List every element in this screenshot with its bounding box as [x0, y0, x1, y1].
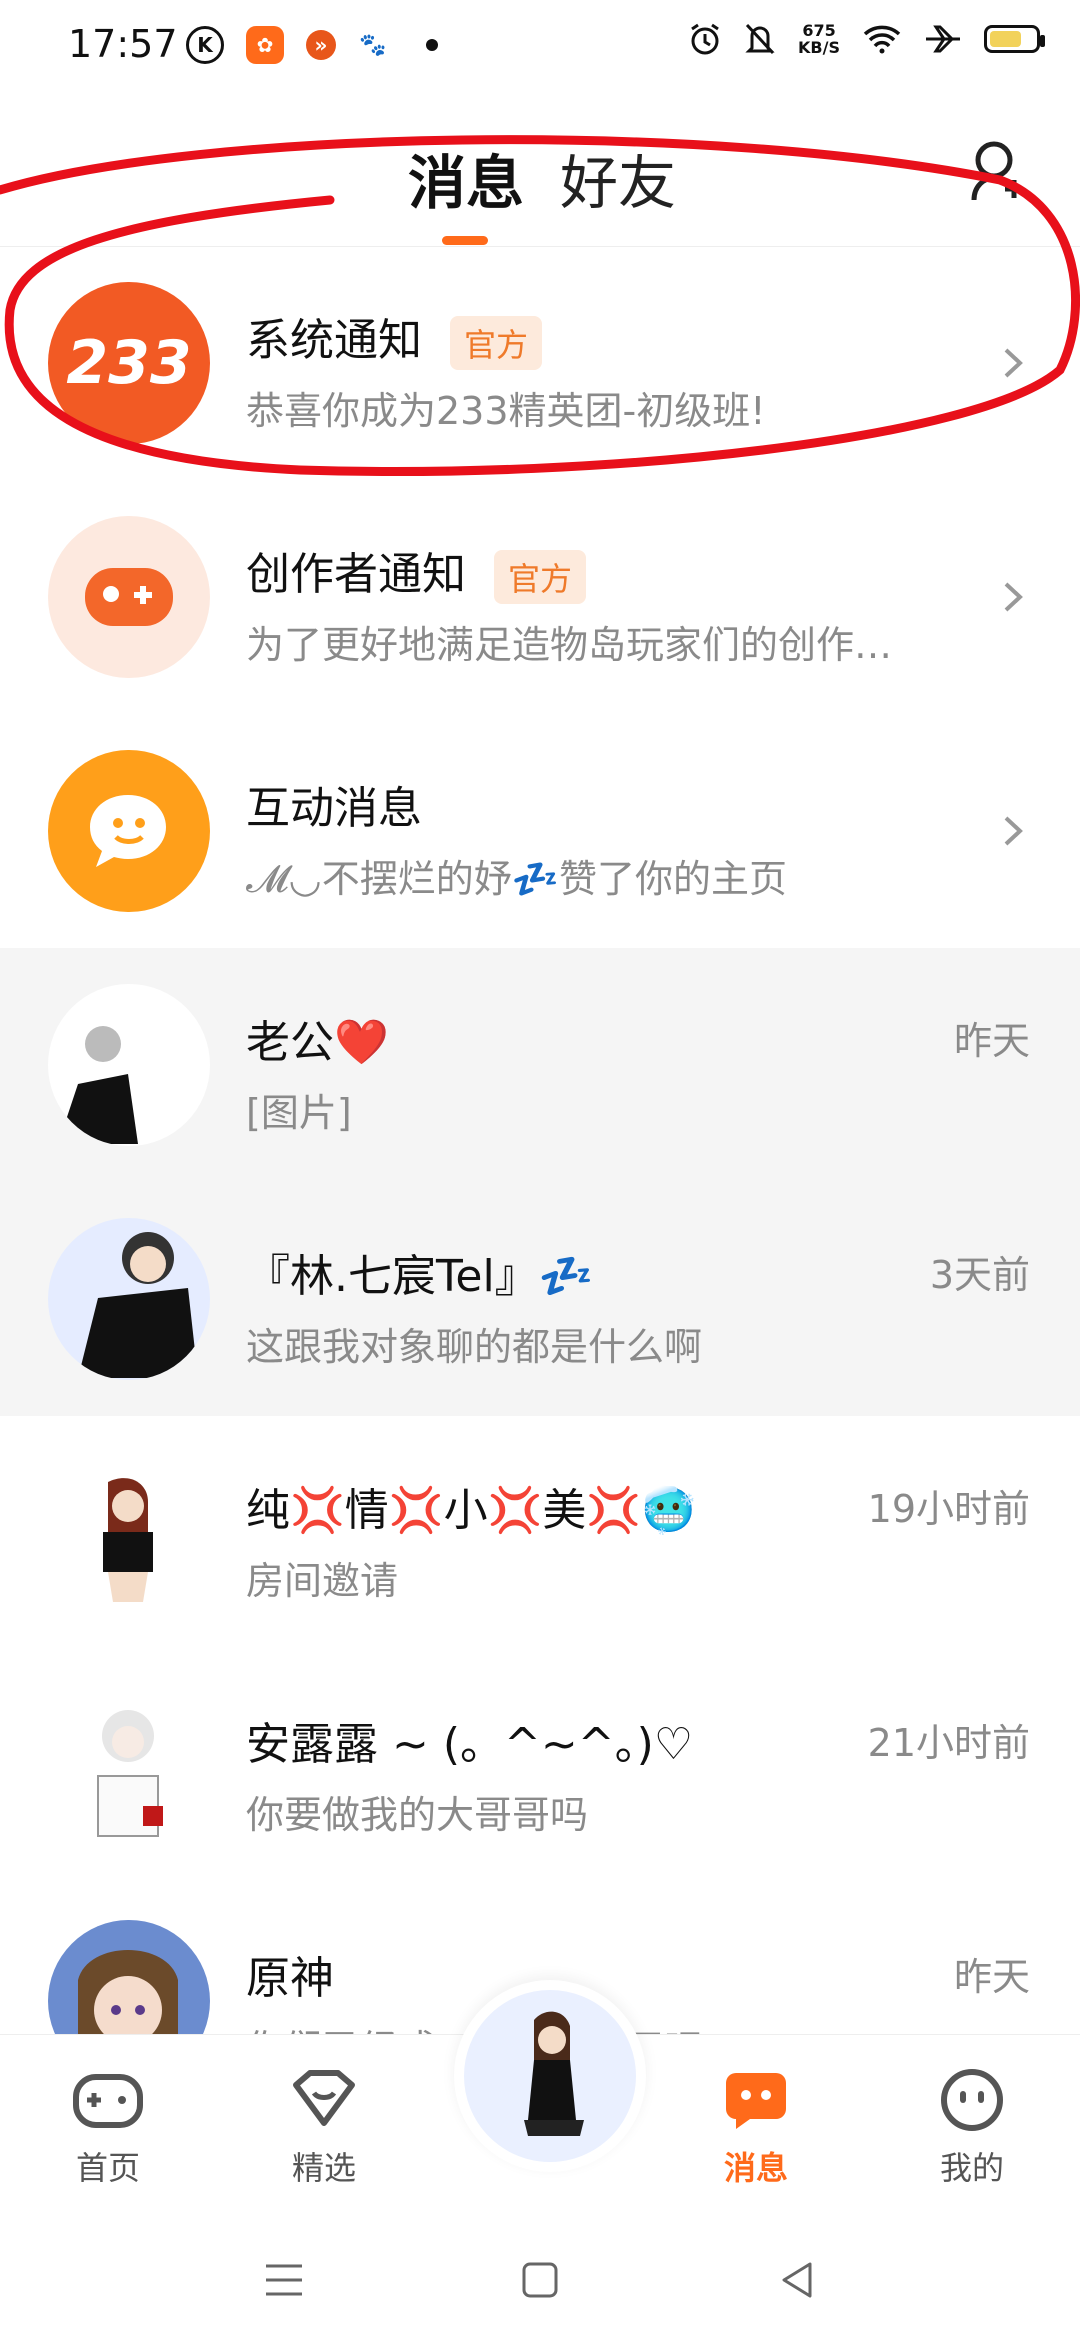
message-preview: 为了更好地满足造物岛玩家们的创作… — [246, 623, 893, 667]
notification-app-icon: » — [306, 30, 336, 60]
mute-icon — [745, 23, 775, 55]
chat-time: 21小时前 — [867, 1721, 1030, 1765]
message-title: 互动消息 — [246, 783, 422, 834]
status-right-icons: 675 KB/S — [688, 22, 1045, 56]
net-speed-value: 675 — [802, 21, 836, 40]
message-title: 系统通知 官方 — [246, 304, 543, 370]
nav-me[interactable]: 我的 — [902, 2067, 1042, 2189]
back-icon[interactable] — [776, 2258, 820, 2302]
tab-friends[interactable]: 好友 — [560, 136, 676, 220]
message-row-system[interactable]: 233 系统通知 官方 恭喜你成为233精英团-初级班! — [0, 246, 1080, 480]
chat-row[interactable]: 安露露 ~ (。^~^。)♡ 你要做我的大哥哥吗 21小时前 — [0, 1650, 1080, 1884]
chat-name: 纯💢情💢小💢美💢🥶 — [246, 1485, 696, 1536]
chat-name: 原神 — [246, 1953, 334, 2004]
chevron-right-icon — [1004, 582, 1023, 612]
chat-time: 昨天 — [953, 1019, 1030, 1063]
interaction-avatar — [48, 750, 210, 912]
chat-bubble-icon — [90, 795, 166, 867]
gamepad-icon — [85, 568, 173, 626]
chat-time: 昨天 — [953, 1955, 1030, 1999]
system-avatar: 233 — [48, 282, 210, 444]
message-title-text: 创作者通知 — [246, 549, 466, 600]
message-preview: 𝓜◡不摆烂的妤💤赞了你的主页 — [246, 857, 788, 901]
chevron-right-icon — [1004, 348, 1023, 378]
chat-preview: 房间邀请 — [246, 1559, 399, 1603]
menu-icon[interactable] — [262, 2258, 306, 2302]
status-left-icons: K ✿ » 🐾 — [186, 26, 438, 64]
system-avatar-text: 233 — [66, 328, 192, 398]
user-avatar — [48, 984, 210, 1146]
home-square-icon[interactable] — [518, 2258, 562, 2302]
header: 消息 好友 — [0, 96, 1080, 247]
message-title-text: 系统通知 — [246, 315, 422, 366]
user-avatar — [48, 1920, 210, 2034]
user-avatar — [524, 2011, 584, 2136]
creator-avatar — [48, 516, 210, 678]
status-bar: 17:57 K ✿ » 🐾 675 KB/S — [0, 0, 1080, 96]
chat-preview: 你要做我的大哥哥吗 — [246, 1793, 589, 1837]
add-friend-icon[interactable] — [968, 138, 1028, 204]
baidu-icon: 🐾 — [358, 30, 388, 60]
nav-label: 我的 — [939, 2149, 1004, 2187]
chevron-right-icon — [1004, 816, 1023, 846]
nav-label: 消息 — [723, 2149, 788, 2187]
user-avatar — [48, 1452, 210, 1614]
kuaishou-app-icon: ✿ — [246, 26, 284, 64]
chat-name: 老公❤️ — [246, 1017, 389, 1068]
chat-name: 『林.七宸Tel』💤 — [246, 1251, 594, 1302]
tab-messages[interactable]: 消息 — [408, 136, 524, 220]
chat-time: 19小时前 — [867, 1487, 1030, 1531]
nav-label: 精选 — [291, 2149, 356, 2187]
message-row-creator[interactable]: 创作者通知 官方 为了更好地满足造物岛玩家们的创作… — [0, 480, 1080, 714]
system-nav-bar — [0, 2214, 1080, 2340]
nav-featured[interactable]: 精选 — [254, 2067, 394, 2189]
official-badge: 官方 — [494, 550, 587, 604]
center-avatar-button[interactable] — [454, 1980, 646, 2172]
face-icon — [941, 2069, 1003, 2131]
more-notifications-dot — [426, 39, 438, 51]
chat-row[interactable]: 老公❤️ [图片] 昨天 — [0, 948, 1080, 1182]
chat-time: 3天前 — [929, 1253, 1030, 1297]
official-badge: 官方 — [450, 316, 543, 370]
alarm-icon — [691, 23, 719, 55]
message-preview: 恭喜你成为233精英团-初级班! — [246, 389, 766, 433]
user-avatar — [48, 1218, 210, 1380]
message-title: 创作者通知 官方 — [246, 538, 587, 604]
chat-preview: [图片] — [246, 1091, 352, 1135]
heart-icon — [293, 2070, 355, 2126]
message-icon — [726, 2073, 786, 2129]
chat-preview: 这跟我对象聊的都是什么啊 — [246, 1325, 703, 1369]
nav-home[interactable]: 首页 — [38, 2067, 178, 2189]
nav-label: 首页 — [75, 2149, 140, 2187]
gamepad-icon — [73, 2074, 143, 2128]
status-time: 17:57 — [68, 22, 178, 66]
message-row-interaction[interactable]: 互动消息 𝓜◡不摆烂的妤💤赞了你的主页 — [0, 714, 1080, 948]
airplane-icon — [926, 25, 960, 53]
battery-icon — [984, 25, 1045, 53]
wifi-icon — [863, 25, 901, 54]
chat-row[interactable]: 纯💢情💢小💢美💢🥶 房间邀请 19小时前 — [0, 1416, 1080, 1650]
nav-messages[interactable]: 消息 — [686, 2067, 826, 2189]
tab-indicator — [442, 236, 488, 245]
net-speed-unit: KB/S — [798, 38, 840, 57]
k-circle-icon: K — [186, 26, 224, 64]
user-avatar — [48, 1686, 210, 1848]
chat-name: 安露露 ~ (。^~^。)♡ — [246, 1719, 694, 1770]
net-speed: 675 KB/S — [798, 22, 840, 56]
chat-row[interactable]: 『林.七宸Tel』💤 这跟我对象聊的都是什么啊 3天前 — [0, 1182, 1080, 1416]
